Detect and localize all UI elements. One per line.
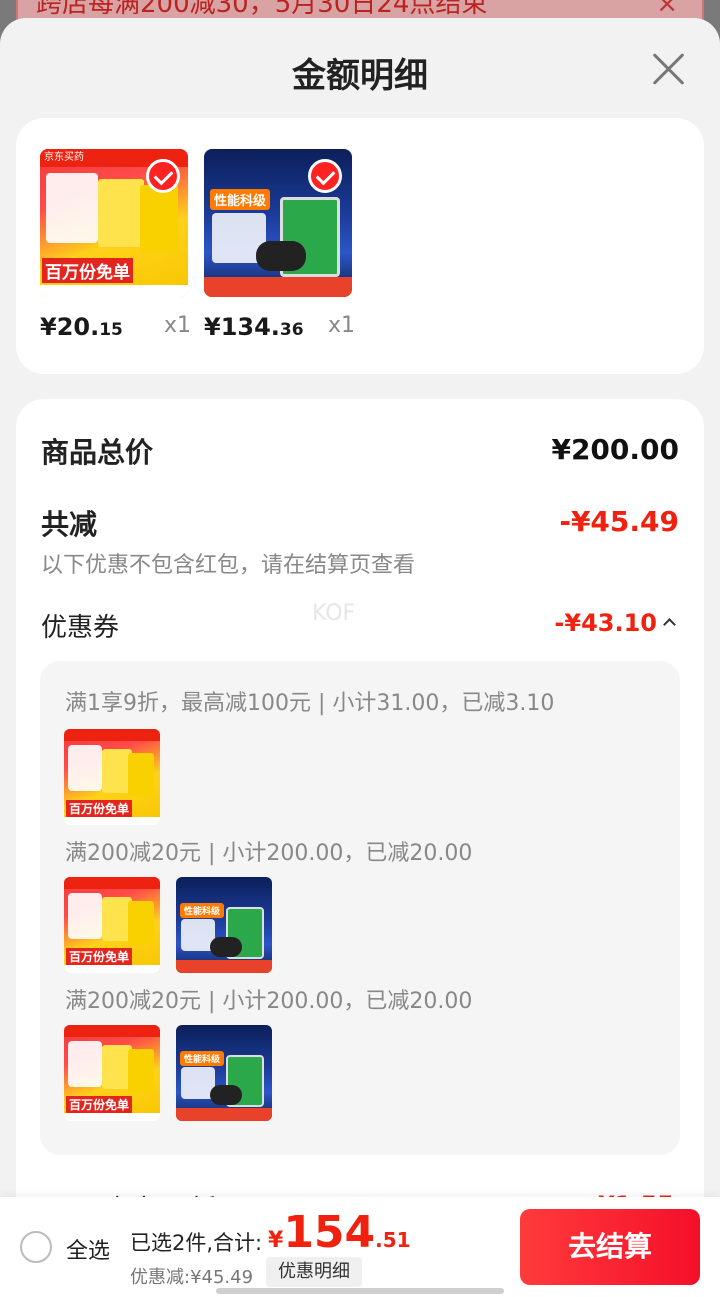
total-price-label: 商品总价 (41, 436, 154, 469)
product-thumbnail-a: 百万份免单 (64, 1025, 160, 1121)
product-thumbnail-b: 性能科级 (176, 877, 272, 973)
total-price-value: ¥200.00 (551, 433, 679, 466)
amount-detail-sheet: 金额明细 京东买药 百万份免单 ¥20.15 x1 性能科级 ¥134.36 x… (0, 18, 720, 1297)
sheet-title: 金额明细 (292, 56, 428, 96)
discount-detail-button[interactable]: 优惠明细 (266, 1257, 362, 1287)
promo-banner-text: 跨店每满200减30，5月30日24点结束 (36, 0, 488, 19)
coupon-toggle[interactable]: -¥43.10 (554, 609, 676, 637)
thumbnail-slogan: 百万份免单 (66, 800, 133, 817)
selected-summary: 已选2件,合计: (130, 1231, 263, 1255)
selected-products-card: 京东买药 百万份免单 ¥20.15 x1 性能科级 ¥134.36 x1 (16, 118, 704, 374)
coupon-label: 优惠券 (41, 613, 120, 643)
total-reduce-label: 共减 (41, 508, 98, 541)
discount-note: 以下优惠不包含红包，请在结算页查看 (41, 553, 416, 578)
price-breakdown-card: 商品总价 ¥200.00 共减 -¥45.49 以下优惠不包含红包，请在结算页查… (16, 399, 704, 1297)
product-image-tag: 性能科级 (210, 189, 271, 210)
product-item[interactable]: 京东买药 百万份免单 ¥20.15 x1 (40, 149, 191, 341)
coupon-rule: 满200减20元 | 小计200.00，已减20.00 (65, 841, 473, 866)
checkout-button[interactable]: 去结算 (520, 1209, 700, 1285)
product-price: ¥134.36 (204, 313, 304, 341)
product-qty: x1 (164, 313, 192, 338)
coupon-rule: 满200减20元 | 小计200.00，已减20.00 (65, 989, 473, 1014)
coupon-value: -¥43.10 (554, 609, 657, 637)
product-thumbnail-a: 百万份免单 (64, 729, 160, 825)
thumbnail-tag: 性能科级 (180, 903, 225, 918)
thumbnail-slogan: 百万份免单 (66, 948, 133, 965)
selected-check-icon (308, 159, 342, 193)
product-thumbnail-b: 性能科级 (176, 1025, 272, 1121)
total-amount: ¥154.51 (268, 1207, 411, 1258)
watermark-text: KOF (312, 601, 356, 626)
product-qty: x1 (328, 313, 356, 338)
checkout-bar: 全选 已选2件,合计: ¥154.51 优惠减:¥45.49 优惠明细 去结算 (0, 1197, 720, 1297)
chevron-up-icon (663, 618, 676, 631)
product-price: ¥20.15 (40, 313, 123, 341)
home-indicator (216, 1288, 504, 1294)
thumbnail-tag: 性能科级 (180, 1051, 225, 1066)
product-image-slogan: 百万份免单 (42, 258, 133, 283)
coupon-rule: 满1享9折，最高减100元 | 小计31.00，已减3.10 (65, 691, 555, 716)
thumbnail-slogan: 百万份免单 (66, 1096, 133, 1113)
product-image-a[interactable]: 京东买药 百万份免单 (40, 149, 188, 297)
close-icon[interactable] (650, 50, 686, 86)
saved-amount: 优惠减:¥45.49 (130, 1267, 254, 1288)
product-thumbnail-a: 百万份免单 (64, 877, 160, 973)
coupon-detail-box: 满1享9折，最高减100元 | 小计31.00，已减3.10 百万份免单 满20… (40, 661, 680, 1155)
product-item[interactable]: 性能科级 ¥134.36 x1 (204, 149, 355, 341)
product-image-b[interactable]: 性能科级 (204, 149, 352, 297)
selected-check-icon (146, 159, 180, 193)
total-reduce-value: -¥45.49 (559, 505, 679, 538)
select-all-label[interactable]: 全选 (66, 1233, 110, 1265)
select-all-radio[interactable] (20, 1231, 52, 1263)
